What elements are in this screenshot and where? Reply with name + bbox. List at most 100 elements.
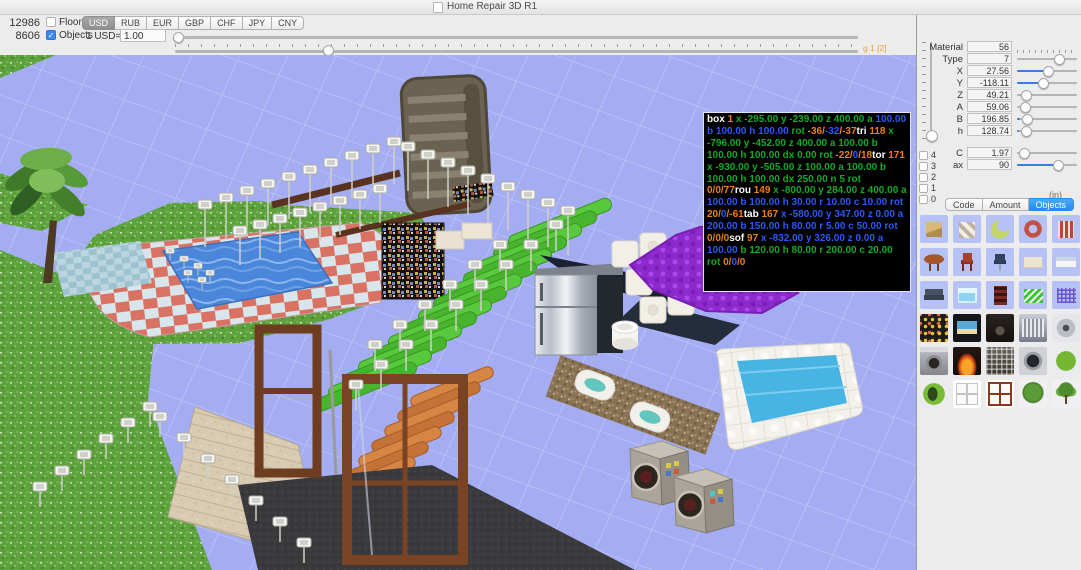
scene-viewport[interactable]: box 1 x -295.00 y -239.00 z 400.00 a 100…: [0, 0, 1081, 570]
panel-text: /-61: [726, 209, 744, 221]
thumb-white-window[interactable]: [953, 380, 981, 408]
objects-checkbox[interactable]: ✓: [46, 30, 56, 40]
panel-text: 100.00 b 100.00 h 30.00 r 10.00 c 10.00: [707, 197, 890, 209]
property-slider[interactable]: [1017, 147, 1077, 159]
thumb-fireplace[interactable]: [953, 347, 981, 375]
washer-cube-2[interactable]: [672, 468, 735, 534]
layer-checkbox-1[interactable]: [919, 183, 928, 193]
currency-gbp[interactable]: GBP: [179, 16, 212, 30]
tab-code[interactable]: Code: [945, 198, 983, 211]
panel-text: /-37: [839, 125, 857, 137]
currency-rub[interactable]: RUB: [115, 16, 148, 30]
layer-checkbox-2[interactable]: [919, 172, 928, 182]
property-value-field[interactable]: 49.21: [967, 89, 1012, 100]
thumb-green-socket[interactable]: [920, 380, 948, 408]
thumb-wood-box[interactable]: [920, 215, 948, 243]
panel-text: x -295.00 y -239.00 z 400.00 a: [733, 114, 876, 125]
property-label: A: [956, 102, 963, 113]
property-value-field[interactable]: 27.56: [967, 65, 1012, 76]
property-slider[interactable]: [1017, 113, 1077, 125]
currency-chf[interactable]: CHF: [211, 16, 243, 30]
property-slider[interactable]: [1017, 50, 1077, 65]
counter-box[interactable]: [435, 230, 465, 250]
thumb-chair[interactable]: [953, 248, 981, 276]
panel-text: sof: [729, 233, 748, 245]
property-value-field[interactable]: 128.74: [967, 125, 1012, 136]
thumb-dark-interior[interactable]: [986, 314, 1014, 342]
thumb-burner[interactable]: [1019, 347, 1047, 375]
currency-eur[interactable]: EUR: [147, 16, 180, 30]
property-value-field[interactable]: 59.06: [967, 101, 1012, 112]
layer-row-3: 3: [919, 161, 936, 171]
tab-objects[interactable]: Objects: [1028, 198, 1075, 211]
currency-usd[interactable]: USD: [82, 16, 116, 30]
thumb-purple-grid[interactable]: [1052, 281, 1080, 309]
panel-text: /18: [858, 149, 873, 161]
property-slider[interactable]: [1017, 89, 1077, 101]
thumb-checkered-triangle[interactable]: [953, 215, 981, 243]
property-value-field[interactable]: -118.11: [967, 77, 1012, 88]
currency-jpy[interactable]: JPY: [242, 16, 273, 30]
sta-slider-track[interactable]: [175, 50, 858, 53]
panel-text: rou: [734, 185, 754, 197]
thumb-vending-bottles[interactable]: [920, 314, 948, 342]
rate-input[interactable]: 1.00: [120, 29, 166, 42]
layer-label: 0: [931, 194, 937, 204]
properties-sidebar: Material 56 Type 7 X 27.56 Y -118.11 Z 49.21 A 59.0…: [916, 15, 1081, 570]
layer-checkbox-0[interactable]: [919, 194, 928, 204]
property-value-field[interactable]: 1.97: [967, 147, 1012, 158]
thumb-sofa[interactable]: [1019, 248, 1047, 276]
floors-checkbox[interactable]: [46, 17, 56, 27]
thumb-office-chair[interactable]: [986, 248, 1014, 276]
thumb-tv-screen[interactable]: [953, 314, 981, 342]
property-value-field[interactable]: 56: [967, 41, 1012, 52]
layer-checkbox-4[interactable]: [919, 150, 928, 160]
thumb-green-stairs[interactable]: [1019, 281, 1047, 309]
g-slider-track[interactable]: [175, 36, 858, 39]
panel-text: 97: [747, 233, 759, 245]
tab-amount[interactable]: Amount: [982, 198, 1029, 211]
thumb-dark-sofa[interactable]: [920, 281, 948, 309]
thumb-dish-rack[interactable]: [1019, 314, 1047, 342]
panel-text: 20/: [707, 209, 721, 221]
panel-text: -32: [824, 125, 840, 137]
title-bar: Home Repair 3D R1: [0, 0, 1081, 15]
rate-label: 1 USD=: [86, 31, 122, 42]
property-slider[interactable]: [1017, 125, 1077, 137]
currency-cny[interactable]: CNY: [272, 16, 305, 30]
mosaic-tower[interactable]: [381, 222, 445, 300]
panel-text: rot: [819, 149, 836, 161]
thumb-green-croissant[interactable]: [986, 215, 1014, 243]
property-slider[interactable]: [1017, 65, 1077, 77]
property-row-h: h 128.74: [917, 125, 1081, 137]
thumb-green-switch[interactable]: [1052, 347, 1080, 375]
thumb-red-torus[interactable]: [1019, 215, 1047, 243]
property-slider[interactable]: [1017, 101, 1077, 113]
thumb-lattice-door[interactable]: [986, 281, 1014, 309]
property-value-field[interactable]: 7: [967, 53, 1012, 64]
thumb-bush-tree[interactable]: [1019, 380, 1047, 408]
thumb-washing-machine[interactable]: [920, 347, 948, 375]
property-slider[interactable]: [1017, 77, 1077, 89]
counter-box-2[interactable]: [461, 222, 493, 240]
thumb-bookshelf[interactable]: [1052, 215, 1080, 243]
thumb-aquarium[interactable]: [953, 281, 981, 309]
object-info-panel: box 1 x -295.00 y -239.00 z 400.00 a 100…: [703, 112, 911, 292]
property-label: Z: [957, 90, 963, 101]
thumb-round-sink[interactable]: [1052, 314, 1080, 342]
g-slider-thumb[interactable]: [173, 32, 184, 43]
property-value-field[interactable]: 196.85: [967, 113, 1012, 124]
layer-checkbox-3[interactable]: [919, 161, 928, 171]
panel-text: rot: [889, 197, 904, 209]
thumb-brown-window[interactable]: [986, 380, 1014, 408]
white-cylinder[interactable]: [611, 320, 639, 350]
panel-text: 149: [753, 185, 771, 197]
thumb-bed[interactable]: [1052, 248, 1080, 276]
thumb-round-table[interactable]: [920, 248, 948, 276]
panel-text: b 150.00 h 80.00 r 5.00 c 50.00: [740, 221, 885, 233]
property-row-x: X 27.56: [917, 65, 1081, 77]
property-value-field[interactable]: 90: [967, 159, 1012, 170]
thumb-palm-tree-thumb[interactable]: [1052, 380, 1080, 408]
property-slider[interactable]: [1017, 159, 1077, 171]
thumb-metal-cage[interactable]: [986, 347, 1014, 375]
